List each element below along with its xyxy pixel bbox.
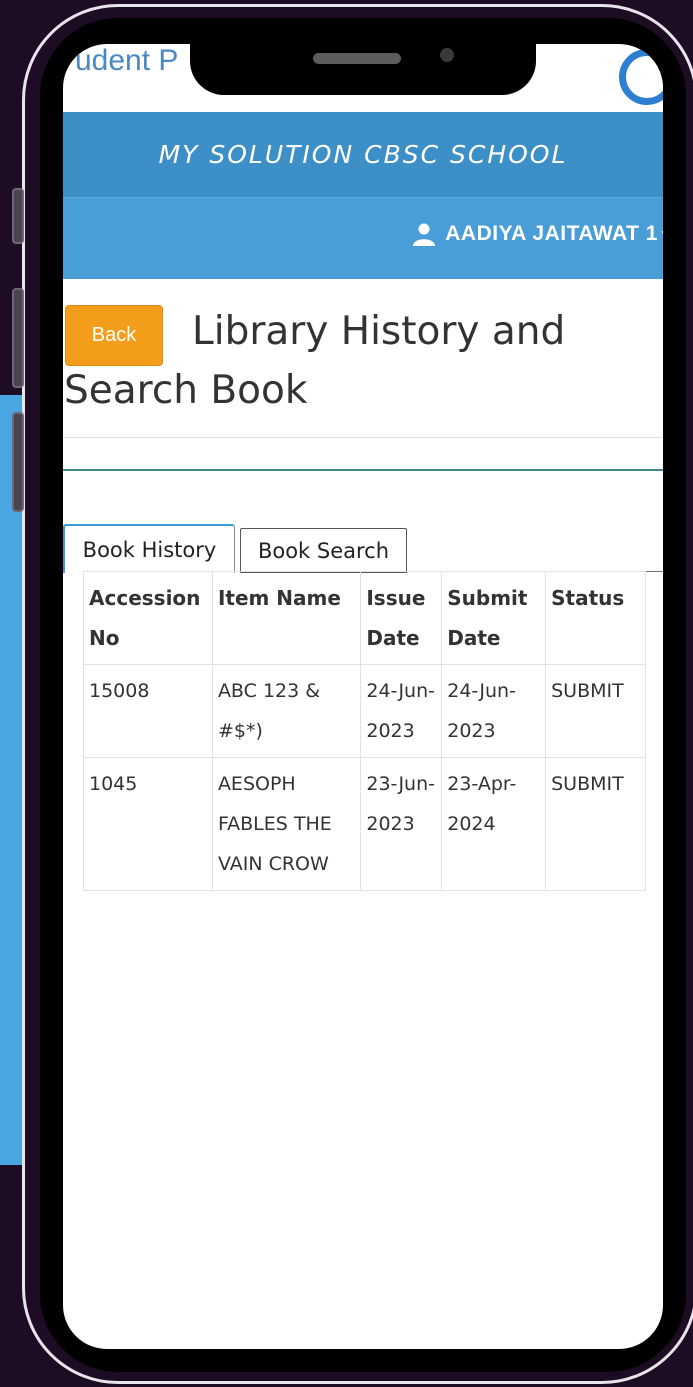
volume-down-button [12,412,24,512]
caret-down-icon: ▾ [662,226,663,242]
camera-icon [440,48,454,62]
divider [63,437,663,438]
user-name: AADIYA JAITAWAT 1 [445,222,658,245]
table-header-row: Accession No Item Name Issue Date Submit… [83,571,646,665]
cell-submit-date: 24-Jun-2023 [441,664,547,758]
speaker-grille [313,53,401,64]
cell-item-name: ABC 123 & #$*) [211,664,362,758]
tab-book-search[interactable]: Book Search [240,528,407,573]
cell-item-name: AESOPH FABLES THE VAIN CROW [211,757,362,891]
volume-up-button [12,288,24,388]
table-row: 15008 ABC 123 & #$*) 24-Jun-2023 24-Jun-… [83,664,646,758]
mute-switch [12,188,24,244]
book-history-table: Accession No Item Name Issue Date Submit… [83,571,646,891]
user-bar: AADIYA JAITAWAT 1 ▾ [63,197,663,279]
cell-status: SUBMIT [545,757,646,891]
user-menu[interactable]: AADIYA JAITAWAT 1 ▾ [412,222,663,246]
cell-submit-date: 23-Apr-2024 [441,757,547,891]
cell-status: SUBMIT [545,664,646,758]
table-row: 1045 AESOPH FABLES THE VAIN CROW 23-Jun-… [83,757,646,891]
column-header-item-name: Item Name [211,571,362,665]
back-button[interactable]: Back [65,305,163,366]
column-header-status: Status [545,571,646,665]
user-icon [413,223,436,246]
cell-accession: 15008 [83,664,213,758]
cell-accession: 1045 [83,757,213,891]
app-title: udent P [75,44,179,77]
cell-issue-date: 23-Jun-2023 [360,757,443,891]
divider-accent [63,469,663,471]
cell-issue-date: 24-Jun-2023 [360,664,443,758]
tab-bar: Book History Book Search [63,524,663,573]
column-header-accession: Accession No [83,571,213,665]
header-bar: MY SOLUTION CBSC SCHOOL [63,112,663,197]
phone-notch [190,44,536,95]
phone-screen: udent P MY SOLUTION CBSC SCHOOL AADIYA J… [63,44,663,1349]
column-header-submit-date: Submit Date [441,571,547,665]
browser-icon[interactable] [619,49,663,105]
tab-book-history[interactable]: Book History [63,524,235,573]
column-header-issue-date: Issue Date [360,571,443,665]
school-name: MY SOLUTION CBSC SCHOOL [158,140,568,169]
